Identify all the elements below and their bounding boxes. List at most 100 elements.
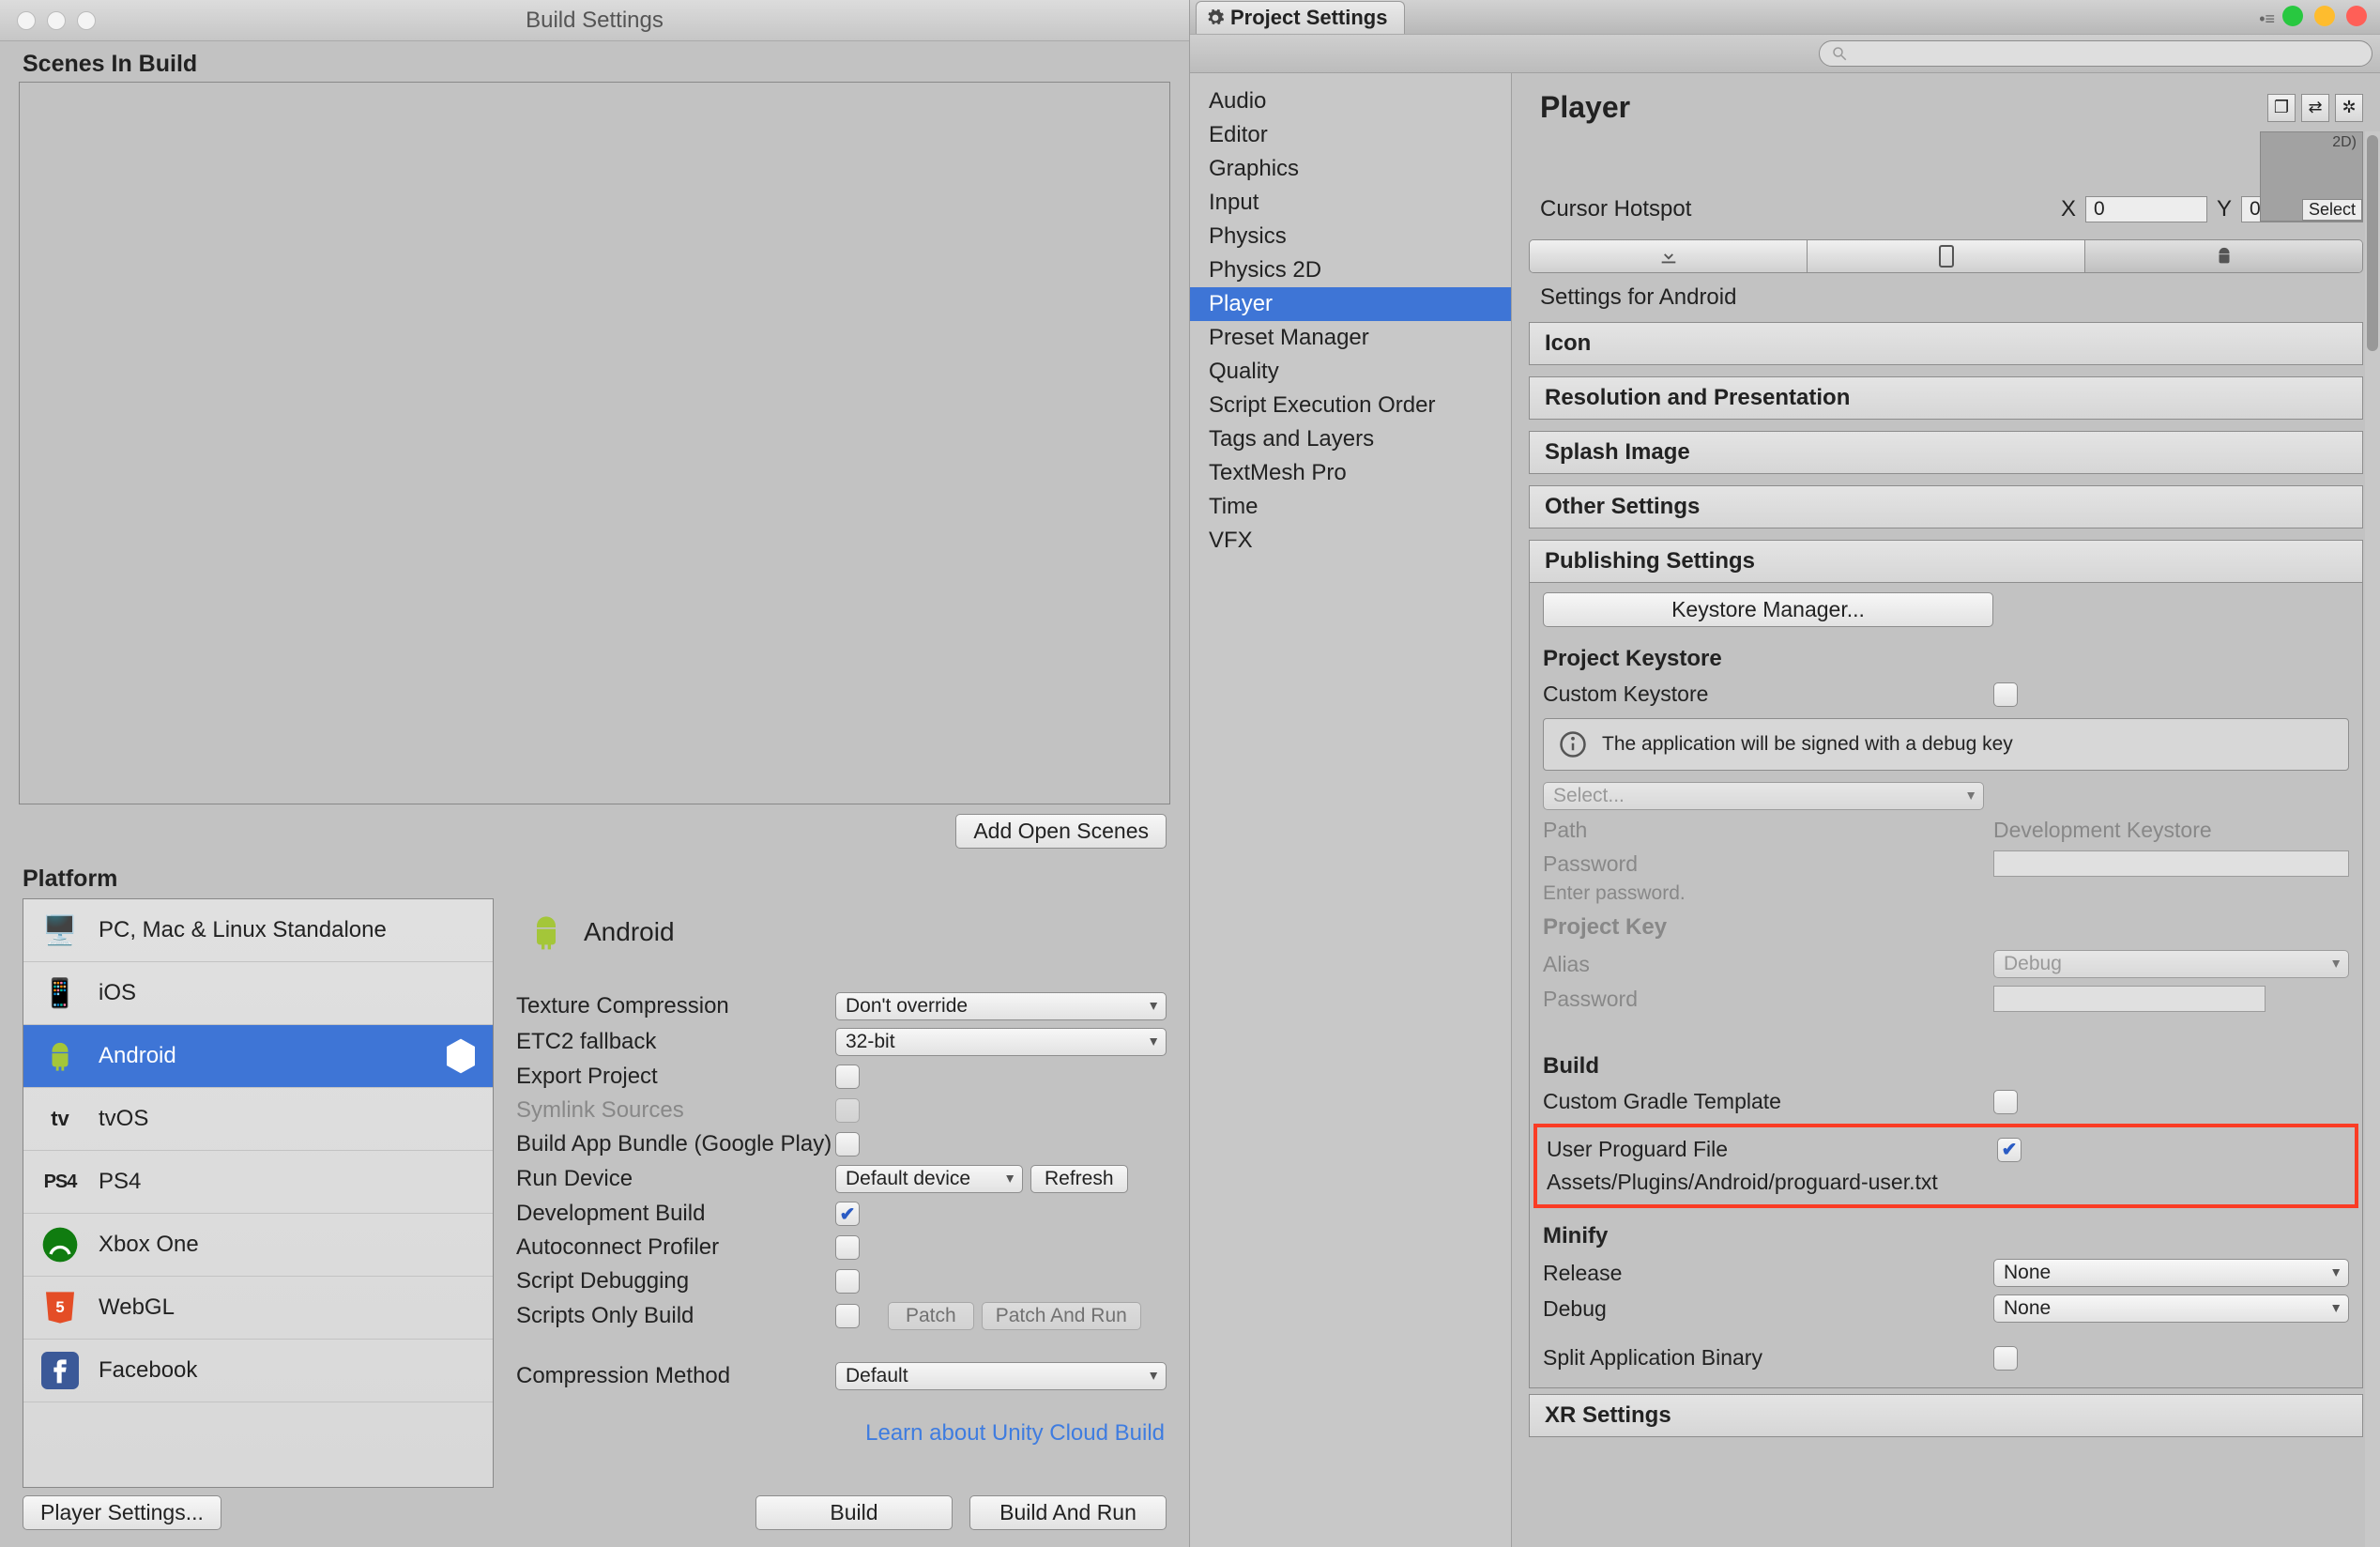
close-icon[interactable] [2346, 6, 2367, 26]
sidebar-item-preset-manager[interactable]: Preset Manager [1190, 321, 1511, 355]
alias-select: Debug [1993, 950, 2349, 978]
scripts-only-build-label: Scripts Only Build [516, 1303, 835, 1329]
android-icon [526, 904, 567, 960]
autoconnect-profiler-label: Autoconnect Profiler [516, 1234, 835, 1261]
autoconnect-profiler-checkbox[interactable] [835, 1235, 860, 1260]
scrollbar-thumb[interactable] [2367, 135, 2378, 351]
compression-method-select[interactable]: Default [835, 1362, 1167, 1390]
export-project-label: Export Project [516, 1064, 835, 1090]
sidebar-item-quality[interactable]: Quality [1190, 355, 1511, 389]
platform-tabs [1529, 239, 2363, 273]
add-open-scenes-button[interactable]: Add Open Scenes [955, 814, 1167, 849]
gradle-template-label: Custom Gradle Template [1543, 1089, 1993, 1114]
sidebar-item-vfx[interactable]: VFX [1190, 524, 1511, 558]
foldout-other[interactable]: Other Settings [1529, 485, 2363, 528]
player-settings-button[interactable]: Player Settings... [23, 1495, 221, 1530]
custom-keystore-checkbox[interactable] [1993, 682, 2018, 707]
development-build-checkbox[interactable]: ✔ [835, 1202, 860, 1226]
platform-label: Xbox One [99, 1232, 199, 1258]
platform-list: 🖥️ PC, Mac & Linux Standalone 📱 iOS Andr… [23, 898, 494, 1488]
search-input[interactable] [1819, 40, 2372, 67]
android-icon [2214, 246, 2235, 267]
platform-item-android[interactable]: Android [23, 1025, 493, 1088]
download-icon [1658, 246, 1679, 267]
sidebar-item-player[interactable]: Player [1190, 287, 1511, 321]
platform-tab-ios[interactable] [1808, 240, 2085, 272]
sidebar-item-textmesh[interactable]: TextMesh Pro [1190, 456, 1511, 490]
platform-label: Android [99, 1043, 176, 1069]
platform-item-tvos[interactable]: tv tvOS [23, 1088, 493, 1151]
export-project-checkbox[interactable] [835, 1065, 860, 1089]
foldout-xr[interactable]: XR Settings [1529, 1394, 2363, 1437]
scripts-only-build-checkbox[interactable] [835, 1304, 860, 1328]
scenes-list[interactable] [19, 82, 1170, 804]
proguard-highlight: User Proguard File✔ Assets/Plugins/Andro… [1533, 1124, 2358, 1208]
platform-item-ios[interactable]: 📱 iOS [23, 962, 493, 1025]
sidebar-item-time[interactable]: Time [1190, 490, 1511, 524]
platform-item-facebook[interactable]: Facebook [23, 1340, 493, 1402]
project-settings-tab[interactable]: Project Settings [1196, 1, 1405, 34]
android-icon [37, 1034, 84, 1078]
sidebar-item-physics[interactable]: Physics [1190, 220, 1511, 253]
zoom-icon[interactable] [2282, 6, 2303, 26]
sidebar-item-graphics[interactable]: Graphics [1190, 152, 1511, 186]
script-debugging-checkbox[interactable] [835, 1269, 860, 1294]
texture-compression-label: Texture Compression [516, 993, 835, 1019]
details-title: Android [584, 917, 675, 947]
platform-tab-standalone[interactable] [1530, 240, 1808, 272]
sidebar-item-script-exec[interactable]: Script Execution Order [1190, 389, 1511, 422]
build-button[interactable]: Build [755, 1495, 953, 1530]
keystore-manager-button[interactable]: Keystore Manager... [1543, 592, 1993, 627]
cursor-x-input[interactable]: 0 [2085, 196, 2207, 222]
ps4-icon: PS4 [37, 1160, 84, 1203]
help-icon[interactable]: ❐ [2267, 94, 2296, 122]
learn-cloud-build-link[interactable]: Learn about Unity Cloud Build [516, 1394, 1167, 1456]
symlink-sources-label: Symlink Sources [516, 1097, 835, 1124]
build-app-bundle-label: Build App Bundle (Google Play) [516, 1131, 835, 1157]
platform-item-webgl[interactable]: 5 WebGL [23, 1277, 493, 1340]
sidebar-item-editor[interactable]: Editor [1190, 118, 1511, 152]
run-device-label: Run Device [516, 1166, 835, 1192]
settings-sidebar: Audio Editor Graphics Input Physics Phys… [1190, 73, 1512, 1547]
gradle-template-checkbox[interactable] [1993, 1090, 2018, 1114]
settings-gear-icon[interactable]: ✲ [2335, 94, 2363, 122]
patch-button: Patch [888, 1302, 974, 1330]
texture-compression-select[interactable]: Don't override [835, 992, 1167, 1020]
project-key-heading: Project Key [1543, 905, 2349, 946]
platform-item-standalone[interactable]: 🖥️ PC, Mac & Linux Standalone [23, 899, 493, 962]
tvos-icon: tv [37, 1097, 84, 1141]
minimize-icon[interactable] [2314, 6, 2335, 26]
preset-icon[interactable]: ⇄ [2301, 94, 2329, 122]
foldout-splash[interactable]: Splash Image [1529, 431, 2363, 474]
platform-label: WebGL [99, 1294, 175, 1321]
foldout-icon[interactable]: Icon [1529, 322, 2363, 365]
platform-item-ps4[interactable]: PS4 PS4 [23, 1151, 493, 1214]
refresh-button[interactable]: Refresh [1030, 1165, 1128, 1193]
platform-label: PS4 [99, 1169, 141, 1195]
webgl-icon: 5 [37, 1286, 84, 1329]
build-and-run-button[interactable]: Build And Run [969, 1495, 1167, 1530]
sidebar-item-physics2d[interactable]: Physics 2D [1190, 253, 1511, 287]
run-device-select[interactable]: Default device [835, 1165, 1023, 1193]
foldout-resolution[interactable]: Resolution and Presentation [1529, 376, 2363, 420]
sidebar-item-input[interactable]: Input [1190, 186, 1511, 220]
proguard-file-checkbox[interactable]: ✔ [1997, 1138, 2021, 1162]
platform-item-xboxone[interactable]: Xbox One [23, 1214, 493, 1277]
sidebar-item-tags-layers[interactable]: Tags and Layers [1190, 422, 1511, 456]
etc2-fallback-select[interactable]: 32-bit [835, 1028, 1167, 1056]
minify-release-select[interactable]: None [1993, 1259, 2349, 1287]
scrollbar[interactable] [2365, 131, 2380, 1547]
select-icon-button[interactable]: Select [2302, 199, 2362, 221]
minify-debug-select[interactable]: None [1993, 1294, 2349, 1323]
sidebar-item-audio[interactable]: Audio [1190, 84, 1511, 118]
keystore-password-input [1993, 850, 2349, 877]
default-icon-preview[interactable]: 2D) Select [2260, 131, 2363, 222]
split-binary-checkbox[interactable] [1993, 1346, 2018, 1371]
platform-tab-android[interactable] [2085, 240, 2362, 272]
build-app-bundle-checkbox[interactable] [835, 1132, 860, 1156]
proguard-path: Assets/Plugins/Android/proguard-user.txt [1547, 1170, 1938, 1195]
page-title: Player [1540, 90, 1630, 125]
foldout-publishing[interactable]: Publishing Settings [1529, 540, 2363, 583]
custom-keystore-label: Custom Keystore [1543, 682, 1993, 707]
tab-options-icon[interactable]: •≡ [2259, 9, 2275, 29]
